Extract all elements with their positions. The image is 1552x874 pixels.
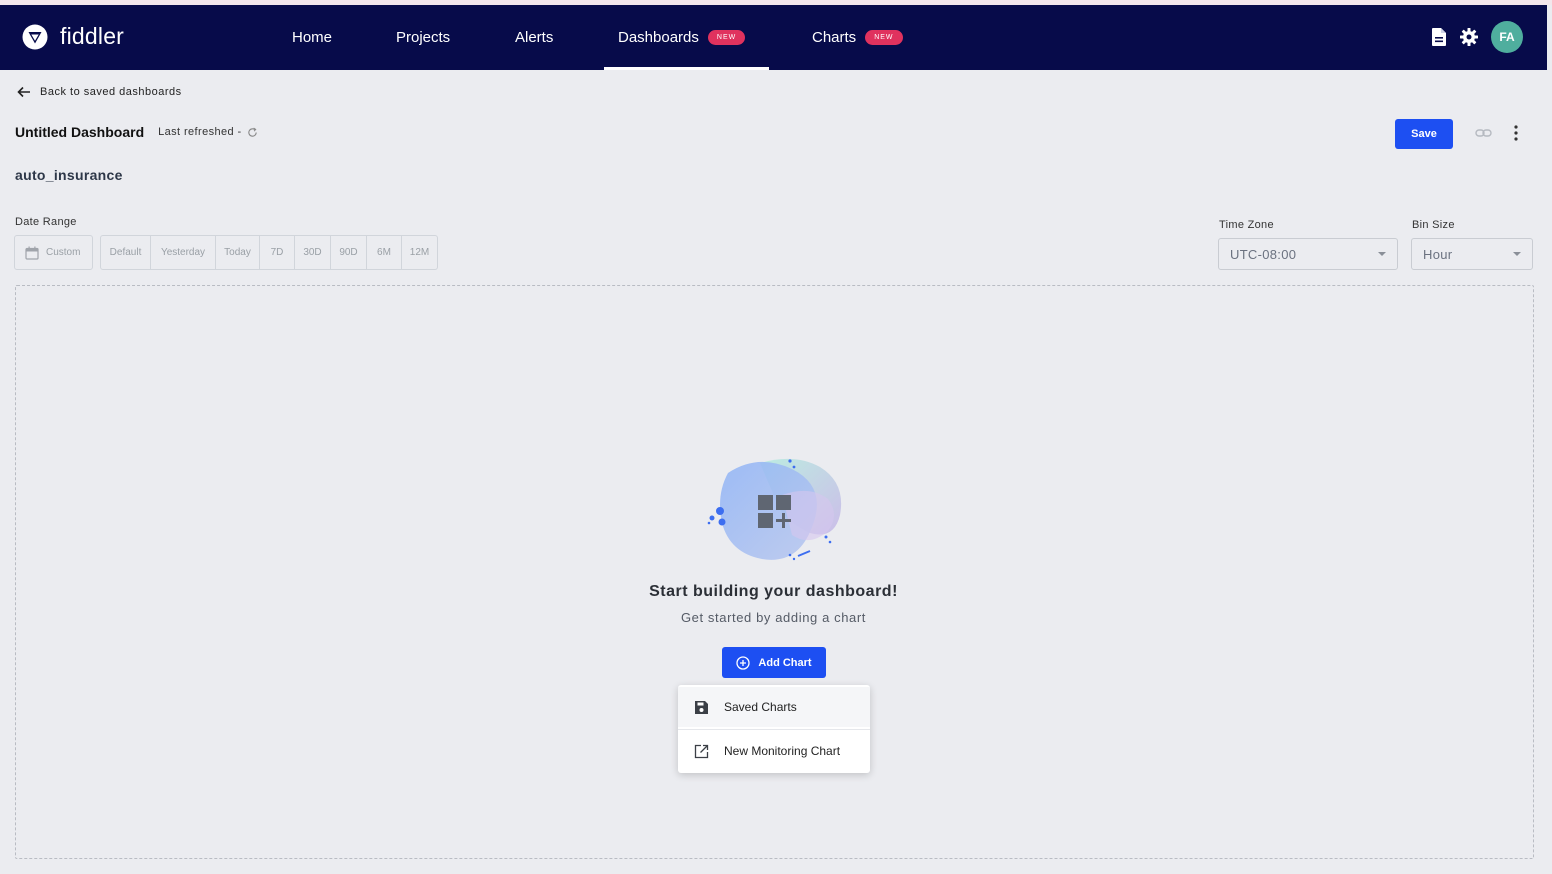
new-badge: NEW	[707, 30, 746, 45]
time-zone-select[interactable]: UTC-08:00	[1218, 238, 1398, 270]
date-range-label: Date Range	[15, 216, 77, 228]
empty-state-title: Start building your dashboard!	[649, 583, 898, 600]
range-default[interactable]: Default	[100, 235, 151, 270]
top-navbar: fiddler Home Projects Alerts Dashboards …	[0, 5, 1547, 70]
nav-projects-label: Projects	[396, 29, 451, 46]
range-30d[interactable]: 30D	[295, 235, 331, 270]
nav-alerts-label: Alerts	[515, 29, 554, 46]
custom-range-button[interactable]: Custom	[14, 235, 93, 270]
nav-dashboards-label: Dashboards	[618, 29, 699, 46]
time-zone-label: Time Zone	[1219, 219, 1274, 231]
back-link-label: Back to saved dashboards	[40, 86, 182, 98]
new-badge: NEW	[865, 30, 903, 45]
link-icon[interactable]	[1475, 127, 1492, 139]
back-to-dashboards-link[interactable]: Back to saved dashboards	[17, 86, 182, 98]
more-vertical-icon[interactable]	[1511, 124, 1521, 142]
nav-charts-label: Charts	[812, 29, 857, 46]
arrow-left-icon	[17, 86, 30, 98]
nav-dashboards[interactable]: Dashboards NEW	[603, 5, 770, 70]
nav-alerts[interactable]: Alerts	[515, 5, 553, 70]
add-chart-label: Add Chart	[758, 656, 812, 669]
document-icon[interactable]	[1431, 28, 1447, 46]
fiddler-logo-icon	[22, 24, 48, 49]
plus-circle-icon	[736, 655, 751, 670]
range-today[interactable]: Today	[216, 235, 260, 270]
chevron-down-icon	[1378, 252, 1386, 256]
range-6m[interactable]: 6M	[367, 235, 402, 270]
dashboard-title[interactable]: Untitled Dashboard	[15, 124, 144, 140]
add-chart-menu: Saved Charts New Monitoring Chart	[678, 685, 870, 773]
floppy-disk-icon	[695, 700, 708, 714]
bin-size-select[interactable]: Hour	[1411, 238, 1533, 270]
saved-charts-label: Saved Charts	[724, 700, 797, 714]
dashboard-titlebar: Untitled Dashboard Last refreshed -	[15, 124, 258, 140]
menu-divider	[678, 729, 870, 730]
nav-home[interactable]: Home	[292, 5, 332, 70]
range-90d[interactable]: 90D	[331, 235, 367, 270]
user-avatar[interactable]: FA	[1491, 21, 1523, 53]
last-refreshed: Last refreshed -	[158, 126, 257, 138]
gear-icon[interactable]	[1460, 28, 1478, 46]
bin-size-label: Bin Size	[1412, 219, 1455, 231]
project-name: auto_insurance	[15, 167, 123, 183]
range-12m[interactable]: 12M	[402, 235, 438, 270]
refresh-icon[interactable]	[247, 127, 258, 138]
top-right-actions: FA	[1431, 21, 1523, 53]
nav-charts[interactable]: Charts NEW	[812, 5, 903, 70]
add-widget-illustration-icon	[707, 458, 842, 561]
nav-projects[interactable]: Projects	[396, 5, 450, 70]
app-name: fiddler	[60, 23, 125, 49]
date-range-presets: Default Yesterday Today 7D 30D 90D 6M 12…	[100, 235, 438, 270]
time-zone-value: UTC-08:00	[1230, 246, 1297, 262]
new-monitoring-chart-label: New Monitoring Chart	[724, 744, 841, 758]
range-7d[interactable]: 7D	[260, 235, 295, 270]
save-button[interactable]: Save	[1395, 119, 1453, 149]
chevron-down-icon	[1513, 252, 1521, 256]
bin-size-value: Hour	[1423, 246, 1453, 262]
calendar-icon	[25, 246, 39, 260]
menu-item-new-monitoring-chart[interactable]: New Monitoring Chart	[678, 731, 870, 771]
menu-item-saved-charts[interactable]: Saved Charts	[678, 687, 870, 727]
open-external-icon	[694, 744, 709, 758]
add-chart-button[interactable]: Add Chart	[722, 647, 826, 678]
empty-state-subtitle: Get started by adding a chart	[680, 610, 867, 625]
custom-range-label: Custom	[46, 247, 81, 258]
last-refreshed-label: Last refreshed -	[158, 126, 242, 138]
nav-home-label: Home	[292, 29, 333, 46]
range-yesterday[interactable]: Yesterday	[151, 235, 216, 270]
app-logo[interactable]: fiddler	[22, 23, 124, 50]
